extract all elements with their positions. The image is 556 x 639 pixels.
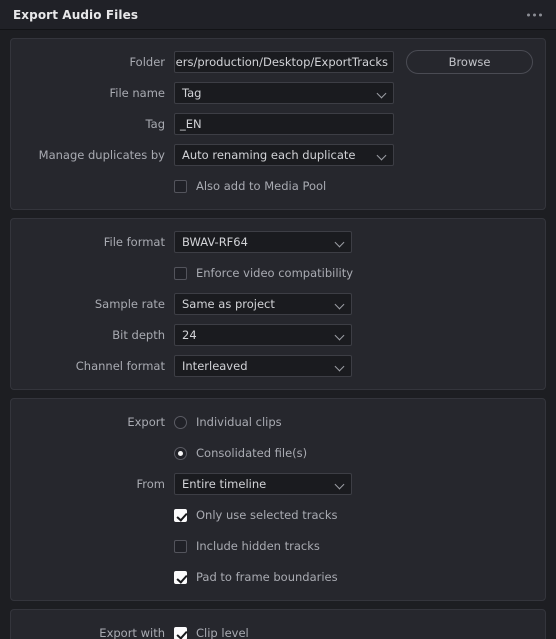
browse-button[interactable]: Browse [406, 50, 533, 74]
channel-format-value: Interleaved [182, 359, 248, 373]
ellipsis-icon[interactable] [523, 7, 546, 22]
row-from: From Entire timeline [11, 471, 545, 497]
row-channel-format: Channel format Interleaved [11, 353, 545, 379]
page-title: Export Audio Files [13, 7, 139, 22]
channel-format-select[interactable]: Interleaved [174, 355, 352, 377]
radio-individual-clips[interactable]: Individual clips [174, 415, 282, 429]
radio-selected-icon [174, 446, 187, 460]
chevron-down-icon [336, 480, 345, 489]
row-include-hidden-tracks: Include hidden tracks [11, 533, 545, 559]
checkbox-checked-icon [174, 570, 187, 584]
file-name-select[interactable]: Tag [174, 82, 394, 104]
checkbox-unchecked-icon [174, 266, 187, 280]
row-folder: Folder sers/production/Desktop/ExportTra… [11, 49, 545, 75]
row-file-format: File format BWAV-RF64 [11, 229, 545, 255]
export-with-label: Export with [99, 626, 165, 639]
checkbox-unchecked-icon [174, 179, 187, 193]
row-tag: Tag _EN [11, 111, 545, 137]
radio-unselected-icon [174, 415, 187, 429]
individual-clips-label: Individual clips [196, 415, 282, 429]
from-value: Entire timeline [182, 477, 267, 491]
chevron-down-icon [336, 362, 345, 371]
only-selected-tracks-label: Only use selected tracks [196, 508, 338, 522]
channel-format-label: Channel format [75, 359, 165, 373]
export-label: Export [127, 415, 165, 429]
row-sample-rate: Sample rate Same as project [11, 291, 545, 317]
sample-rate-value: Same as project [182, 297, 275, 311]
consolidated-files-label: Consolidated file(s) [196, 446, 308, 460]
pad-frame-boundaries-checkbox[interactable]: Pad to frame boundaries [174, 570, 338, 584]
clip-level-label: Clip level [196, 626, 249, 639]
sample-rate-select[interactable]: Same as project [174, 293, 352, 315]
folder-input[interactable]: sers/production/Desktop/ExportTracks [174, 51, 394, 73]
file-format-label: File format [103, 235, 165, 249]
manage-duplicates-label: Manage duplicates by [38, 148, 165, 162]
row-also-add-media-pool: Also add to Media Pool [11, 173, 545, 199]
file-format-value: BWAV-RF64 [182, 235, 248, 249]
only-selected-tracks-checkbox[interactable]: Only use selected tracks [174, 508, 337, 522]
include-hidden-tracks-checkbox[interactable]: Include hidden tracks [174, 539, 320, 553]
file-name-value: Tag [182, 86, 202, 100]
enforce-video-compatibility-checkbox[interactable]: Enforce video compatibility [174, 266, 353, 280]
chevron-down-icon [378, 151, 387, 160]
clip-level-checkbox[interactable]: Clip level [174, 626, 249, 639]
chevron-down-icon [336, 300, 345, 309]
also-add-media-pool-checkbox[interactable]: Also add to Media Pool [174, 179, 326, 193]
from-select[interactable]: Entire timeline [174, 473, 352, 495]
tag-input-value: _EN [180, 117, 202, 131]
row-manage-duplicates: Manage duplicates by Auto renaming each … [11, 142, 545, 168]
export-audio-files-dialog: Export Audio Files Folder sers/productio… [0, 0, 556, 639]
manage-duplicates-select[interactable]: Auto renaming each duplicate [174, 144, 394, 166]
panel-format: File format BWAV-RF64 Enforce video comp… [10, 218, 546, 390]
tag-label: Tag [145, 117, 165, 131]
panel-destination: Folder sers/production/Desktop/ExportTra… [10, 38, 546, 210]
bit-depth-label: Bit depth [112, 328, 165, 342]
panel-export-with: Export with Clip level Clip fades Clip E… [10, 609, 546, 639]
file-format-select[interactable]: BWAV-RF64 [174, 231, 352, 253]
folder-input-value: sers/production/Desktop/ExportTracks [174, 55, 388, 69]
sample-rate-label: Sample rate [94, 297, 165, 311]
panel-export: Export Individual clips Consolidated fil… [10, 398, 546, 601]
chevron-down-icon [336, 238, 345, 247]
row-bit-depth: Bit depth 24 [11, 322, 545, 348]
checkbox-checked-icon [174, 626, 187, 639]
checkbox-unchecked-icon [174, 539, 187, 553]
manage-duplicates-value: Auto renaming each duplicate [182, 148, 356, 162]
row-export-consolidated: Consolidated file(s) [11, 440, 545, 466]
row-file-name: File name Tag [11, 80, 545, 106]
also-add-media-pool-label: Also add to Media Pool [196, 179, 327, 193]
chevron-down-icon [378, 89, 387, 98]
bit-depth-select[interactable]: 24 [174, 324, 352, 346]
chevron-down-icon [336, 331, 345, 340]
row-pad-frame-boundaries: Pad to frame boundaries [11, 564, 545, 590]
titlebar: Export Audio Files [0, 0, 556, 30]
file-name-label: File name [109, 86, 165, 100]
dialog-body: Folder sers/production/Desktop/ExportTra… [0, 30, 556, 639]
from-label: From [136, 477, 166, 491]
folder-label: Folder [129, 55, 165, 69]
row-export-individual: Export Individual clips [11, 409, 545, 435]
pad-frame-boundaries-label: Pad to frame boundaries [196, 570, 338, 584]
radio-consolidated-files[interactable]: Consolidated file(s) [174, 446, 307, 460]
row-enforce-video-compat: Enforce video compatibility [11, 260, 545, 286]
tag-input[interactable]: _EN [174, 113, 394, 135]
checkbox-checked-icon [174, 508, 187, 522]
row-only-selected-tracks: Only use selected tracks [11, 502, 545, 528]
include-hidden-tracks-label: Include hidden tracks [196, 539, 320, 553]
bit-depth-value: 24 [182, 328, 197, 342]
enforce-video-compatibility-label: Enforce video compatibility [196, 266, 354, 280]
row-clip-level: Export with Clip level [11, 620, 545, 639]
